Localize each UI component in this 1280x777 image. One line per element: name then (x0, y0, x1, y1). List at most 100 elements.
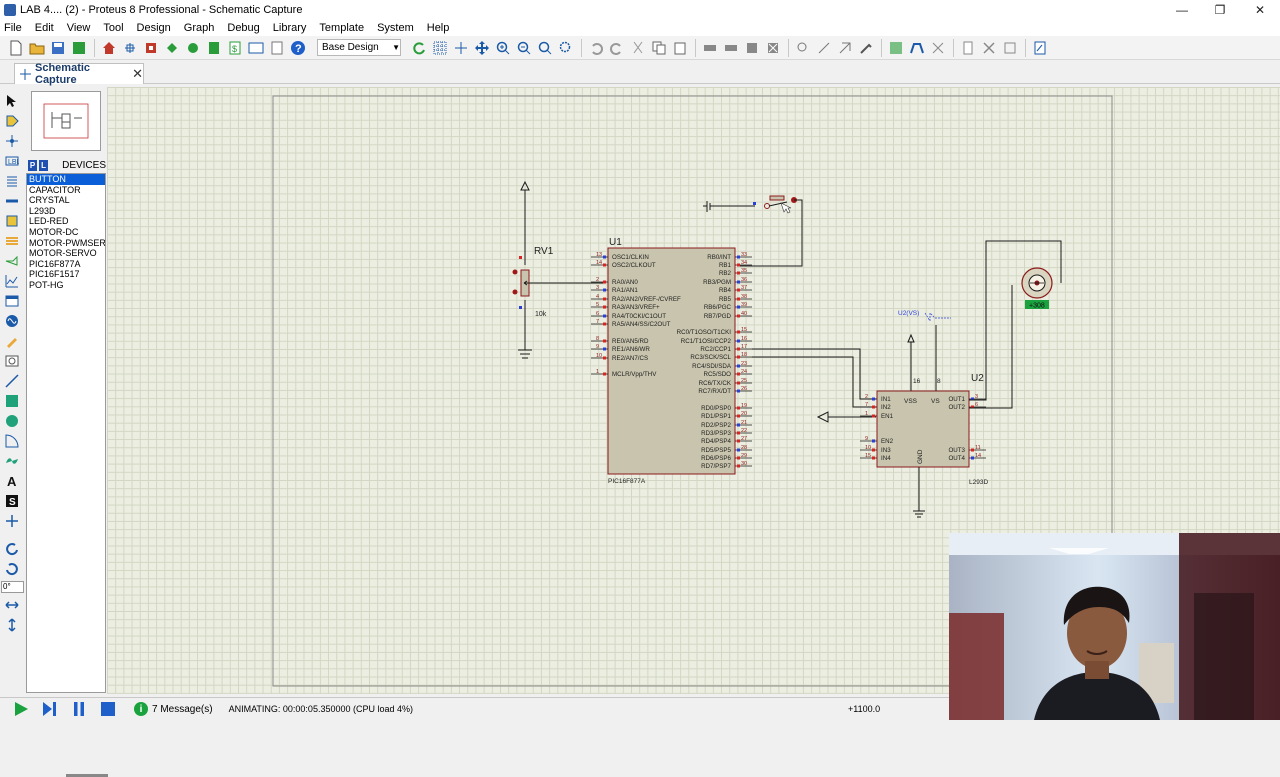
menu-design[interactable]: Design (137, 22, 171, 34)
gerber-icon[interactable] (183, 38, 202, 57)
menu-file[interactable]: File (4, 22, 22, 34)
pick-devices-button[interactable]: P (28, 159, 38, 171)
redo-icon[interactable] (607, 38, 626, 57)
property-assign-icon[interactable] (928, 38, 947, 57)
text-mode-icon[interactable]: A (4, 473, 20, 489)
menu-graph[interactable]: Graph (184, 22, 215, 34)
paste-icon[interactable] (670, 38, 689, 57)
potentiometer-rv1[interactable]: RV1 10k (512, 180, 606, 359)
pick-device-icon[interactable] (793, 38, 812, 57)
menu-system[interactable]: System (377, 22, 414, 34)
electrical-rule-check-icon[interactable] (1030, 38, 1049, 57)
device-item-led-red[interactable]: LED-RED (27, 216, 105, 227)
device-item-motor-pwmser[interactable]: MOTOR-PWMSER (27, 238, 105, 249)
box-mode-icon[interactable] (4, 393, 20, 409)
device-item-pot-hg[interactable]: POT-HG (27, 280, 105, 291)
message-indicator[interactable]: i 7 Message(s) (134, 702, 213, 716)
subcircuit-icon[interactable] (4, 213, 20, 229)
zoom-in-icon[interactable] (493, 38, 512, 57)
wire-label-icon[interactable]: LBL (4, 153, 20, 169)
terminals-icon[interactable] (4, 233, 20, 249)
cut-icon[interactable] (628, 38, 647, 57)
exit-to-parent-icon[interactable] (1000, 38, 1019, 57)
symbol-mode-icon[interactable]: S (4, 493, 20, 509)
tape-recorder-icon[interactable] (4, 293, 20, 309)
zoom-out-icon[interactable] (514, 38, 533, 57)
device-item-pic16f1517[interactable]: PIC16F1517 (27, 269, 105, 280)
block-delete-icon[interactable] (763, 38, 782, 57)
play-button[interactable] (10, 700, 32, 718)
make-device-icon[interactable] (814, 38, 833, 57)
notes-icon[interactable] (267, 38, 286, 57)
marker-mode-icon[interactable] (4, 513, 20, 529)
graph-mode-icon[interactable] (4, 273, 20, 289)
tab-schematic-capture[interactable]: Schematic Capture ✕ (14, 62, 144, 86)
pan-icon[interactable] (472, 38, 491, 57)
menu-library[interactable]: Library (273, 22, 307, 34)
device-item-motor-dc[interactable]: MOTOR-DC (27, 227, 105, 238)
device-item-capacitor[interactable]: CAPACITOR (27, 185, 105, 196)
new-file-icon[interactable] (6, 38, 25, 57)
block-move-icon[interactable] (721, 38, 740, 57)
origin-icon[interactable] (451, 38, 470, 57)
block-copy-icon[interactable] (700, 38, 719, 57)
device-item-pic16f877a[interactable]: PIC16F877A (27, 259, 105, 270)
microcontroller-u1[interactable]: U1 PIC16F877A 13 OSC1/CLKIN14 OSC2/CLKOUT2… (591, 237, 752, 485)
device-item-motor-servo[interactable]: MOTOR-SERVO (27, 248, 105, 259)
tab-close-icon[interactable]: ✕ (132, 66, 143, 82)
menu-view[interactable]: View (67, 22, 91, 34)
selection-mode-icon[interactable] (4, 93, 20, 109)
packaging-tool-icon[interactable] (835, 38, 854, 57)
source-code-icon[interactable] (246, 38, 265, 57)
design-explorer-icon[interactable]: $ (225, 38, 244, 57)
menu-template[interactable]: Template (319, 22, 364, 34)
maximize-button[interactable]: ❐ (1200, 0, 1240, 19)
home-icon[interactable] (99, 38, 118, 57)
menu-edit[interactable]: Edit (35, 22, 54, 34)
device-item-l293d[interactable]: L293D (27, 206, 105, 217)
device-item-button[interactable]: BUTTON (27, 174, 105, 185)
menu-help[interactable]: Help (427, 22, 450, 34)
minimize-button[interactable]: — (1162, 0, 1202, 19)
voltage-probe-icon[interactable] (4, 333, 20, 349)
schematic-icon[interactable] (120, 38, 139, 57)
3d-view-icon[interactable] (162, 38, 181, 57)
block-rotate-icon[interactable] (742, 38, 761, 57)
device-item-crystal[interactable]: CRYSTAL (27, 195, 105, 206)
device-pins-icon[interactable] (4, 253, 20, 269)
pcb-icon[interactable] (141, 38, 160, 57)
component-mode-icon[interactable] (4, 113, 20, 129)
path-mode-icon[interactable] (4, 453, 20, 469)
library-button[interactable]: L (39, 159, 49, 171)
pause-button[interactable] (68, 700, 90, 718)
circle-mode-icon[interactable] (4, 413, 20, 429)
generator-mode-icon[interactable] (4, 313, 20, 329)
close-window-button[interactable]: ✕ (1240, 0, 1280, 19)
mirror-vertical-icon[interactable] (4, 617, 20, 633)
virtual-instruments-icon[interactable] (4, 353, 20, 369)
rotation-angle-field[interactable]: 0° (1, 581, 24, 593)
copy-icon[interactable] (649, 38, 668, 57)
undo-icon[interactable] (586, 38, 605, 57)
remove-sheet-icon[interactable] (979, 38, 998, 57)
new-sheet-icon[interactable] (958, 38, 977, 57)
decompose-icon[interactable] (856, 38, 875, 57)
arc-mode-icon[interactable] (4, 433, 20, 449)
open-folder-icon[interactable] (27, 38, 46, 57)
refresh-icon[interactable] (409, 38, 428, 57)
mirror-horizontal-icon[interactable] (4, 597, 20, 613)
menu-tool[interactable]: Tool (103, 22, 123, 34)
import-icon[interactable] (69, 38, 88, 57)
rotate-anticlockwise-icon[interactable] (4, 561, 20, 577)
rotate-clockwise-icon[interactable] (4, 541, 20, 557)
overview-preview[interactable] (31, 91, 101, 151)
junction-dot-icon[interactable] (4, 133, 20, 149)
step-button[interactable] (39, 700, 61, 718)
search-tag-icon[interactable] (907, 38, 926, 57)
text-script-icon[interactable] (4, 173, 20, 189)
bom-icon[interactable] (204, 38, 223, 57)
zoom-area-icon[interactable] (556, 38, 575, 57)
grid-icon[interactable] (430, 38, 449, 57)
zoom-all-icon[interactable] (535, 38, 554, 57)
dc-motor[interactable]: +308 (1021, 267, 1053, 310)
